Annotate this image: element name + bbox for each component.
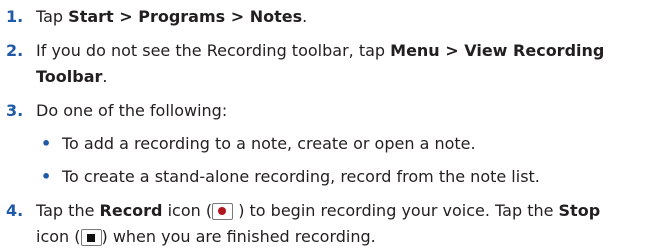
- stop-square-icon: [86, 233, 95, 242]
- step-number: 3.: [6, 101, 24, 120]
- bullet-icon: •: [41, 134, 52, 153]
- record-dot-icon: [218, 207, 227, 215]
- step-4-bold-stop: Stop: [558, 201, 601, 220]
- step-1-pre: Tap: [36, 7, 69, 26]
- step-3-text: Do one of the following:: [36, 101, 228, 120]
- step-number: 4.: [6, 201, 24, 220]
- bullet-icon: •: [41, 167, 52, 186]
- step-number: 1.: [6, 7, 24, 26]
- step-1: 1. Tap Start > Programs > Notes.: [0, 4, 657, 30]
- step-2-post: .: [102, 67, 108, 86]
- step-4-line-2: icon ( ) when you are finished recording.: [36, 224, 657, 250]
- record-icon: [212, 203, 234, 220]
- step-2-bold-line-2: Toolbar: [36, 67, 103, 86]
- step-number: 2.: [6, 41, 24, 60]
- step-4-line-2-post: ) when you are finished recording.: [101, 227, 376, 246]
- step-4-mid-1: icon (: [162, 201, 213, 220]
- instruction-steps: 1. Tap Start > Programs > Notes. 2. If y…: [0, 0, 657, 250]
- step-4-line-1: Tap the Record icon ( ) to begin recordi…: [36, 198, 657, 224]
- step-3: 3. Do one of the following:: [0, 98, 657, 124]
- step-2-pre: If you do not see the Recording toolbar,…: [36, 41, 391, 60]
- step-4-mid-2: ) to begin recording your voice. Tap the: [233, 201, 559, 220]
- step-4-bold-record: Record: [99, 201, 163, 220]
- bullet-item: • To add a recording to a note, create o…: [0, 131, 657, 157]
- bullet-item: • To create a stand-alone recording, rec…: [0, 164, 657, 190]
- step-4-pre: Tap the: [36, 201, 100, 220]
- step-1-bold: Start > Programs > Notes: [68, 7, 303, 26]
- step-1-text: Tap Start > Programs > Notes.: [36, 4, 657, 30]
- bullet-text: To add a recording to a note, create or …: [62, 134, 476, 153]
- step-2-line-1: If you do not see the Recording toolbar,…: [36, 38, 657, 64]
- bullet-text: To create a stand-alone recording, recor…: [62, 167, 540, 186]
- stop-icon: [80, 229, 102, 246]
- step-2-bold-line-1: Menu > View Recording: [390, 41, 605, 60]
- step-4-line-2-pre: icon (: [36, 227, 81, 246]
- step-4: 4. Tap the Record icon ( ) to begin reco…: [0, 198, 657, 250]
- step-2-line-2: Toolbar.: [36, 64, 657, 90]
- step-2: 2. If you do not see the Recording toolb…: [0, 38, 657, 90]
- step-1-post: .: [302, 7, 308, 26]
